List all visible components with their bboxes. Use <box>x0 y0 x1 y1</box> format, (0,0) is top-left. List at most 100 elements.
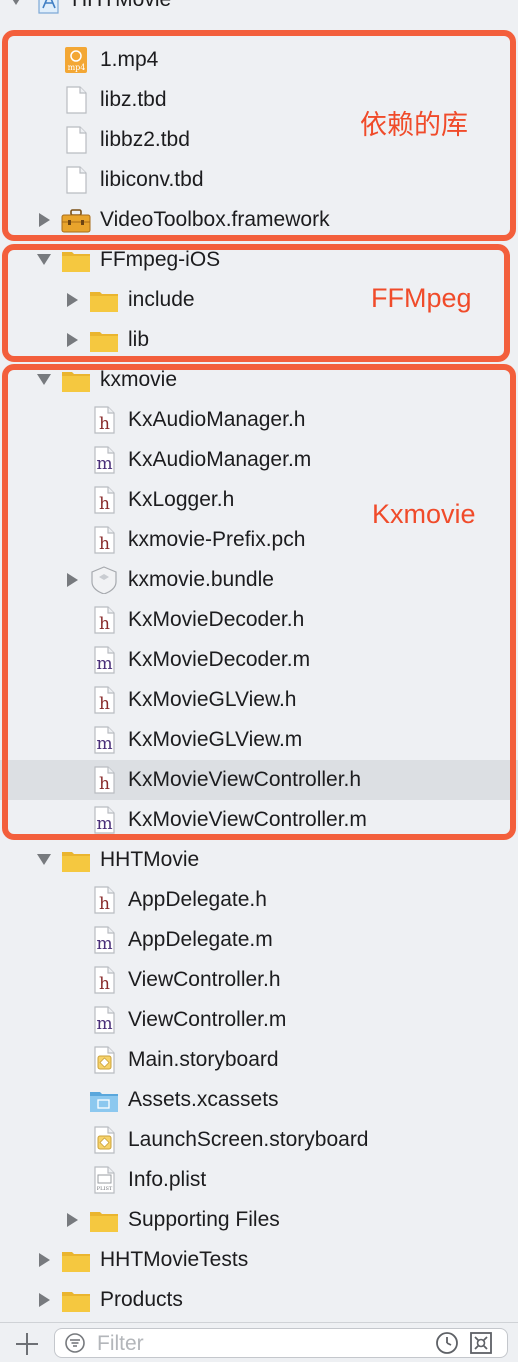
tree-row[interactable]: kxmovie.bundle <box>0 560 518 600</box>
tree-row[interactable]: HHTMovie <box>0 0 518 20</box>
tree-row[interactable]: kxmovie <box>0 360 518 400</box>
filter-input[interactable] <box>95 1330 419 1358</box>
tree-row[interactable]: PLIST Info.plist <box>0 1160 518 1200</box>
tree-row-label: LaunchScreen.storyboard <box>128 1128 369 1151</box>
disclosure-expanded-icon[interactable] <box>37 374 51 385</box>
svg-text:h: h <box>99 414 110 434</box>
tree-row-label: KxMovieGLView.m <box>128 728 303 751</box>
tree-row[interactable]: m ViewController.m <box>0 1000 518 1040</box>
header-file-icon: h <box>94 966 115 994</box>
tree-row-label: libbz2.tbd <box>100 128 190 151</box>
header-file-icon: h <box>94 606 115 634</box>
tree-row-label: KxMovieViewController.h <box>128 768 362 791</box>
svg-text:m: m <box>96 1014 112 1034</box>
tree-row[interactable]: h KxAudioManager.h <box>0 400 518 440</box>
disclosure-collapsed-icon[interactable] <box>67 293 78 307</box>
svg-text:h: h <box>99 534 110 554</box>
recent-files-clock-icon[interactable] <box>435 1331 459 1355</box>
navigator-filter-bar <box>0 1322 518 1362</box>
tree-row[interactable]: m KxMovieViewController.m <box>0 800 518 840</box>
objc-file-icon: m <box>94 1006 115 1034</box>
folder-icon <box>62 252 90 272</box>
svg-text:h: h <box>99 974 110 994</box>
svg-text:m: m <box>96 454 112 474</box>
tree-row-label: kxmovie.bundle <box>128 568 274 591</box>
disclosure-collapsed-icon[interactable] <box>39 1253 50 1267</box>
tree-row[interactable]: m KxMovieGLView.m <box>0 720 518 760</box>
disclosure-collapsed-icon[interactable] <box>39 1293 50 1307</box>
tree-row[interactable]: FFmpeg-iOS <box>0 240 518 280</box>
header-file-icon: h <box>94 686 115 714</box>
tree-row-label: libiconv.tbd <box>100 168 204 191</box>
tree-row[interactable]: HHTMovieTests <box>0 1240 518 1280</box>
tree-row[interactable]: m KxMovieDecoder.m <box>0 640 518 680</box>
tree-row[interactable]: VideoToolbox.framework <box>0 200 518 240</box>
add-file-button[interactable] <box>14 1331 40 1357</box>
tree-row[interactable]: m AppDelegate.m <box>0 920 518 960</box>
header-file-icon: h <box>94 406 115 434</box>
folder-icon <box>62 1292 90 1312</box>
tree-row[interactable]: lib <box>0 320 518 360</box>
tree-row-label: include <box>128 288 195 311</box>
tree-row-label: lib <box>128 328 150 351</box>
folder-icon <box>62 372 90 392</box>
tree-row-label: FFmpeg-iOS <box>100 248 221 271</box>
tree-row-label: HHTMovie <box>100 848 200 871</box>
tree-row[interactable]: h AppDelegate.h <box>0 880 518 920</box>
tree-row-label: AppDelegate.h <box>128 888 267 911</box>
tree-row-label: KxMovieDecoder.m <box>128 648 311 671</box>
project-navigator: HHTMovie mp4 1.mp4 libz.tbd libbz2.tbd libico… <box>0 0 518 1362</box>
tree-row-label: 1.mp4 <box>100 48 159 71</box>
tree-row-label: KxAudioManager.m <box>128 448 312 471</box>
bundle-icon <box>91 566 117 594</box>
disclosure-expanded-icon[interactable] <box>37 254 51 265</box>
tree-row[interactable]: libiconv.tbd <box>0 160 518 200</box>
tree-row[interactable]: Products <box>0 1280 518 1320</box>
tree-row[interactable]: Main.storyboard <box>0 1040 518 1080</box>
tree-row[interactable]: m KxAudioManager.m <box>0 440 518 480</box>
tree-row-label: kxmovie-Prefix.pch <box>128 528 306 551</box>
tree-row-label: KxAudioManager.h <box>128 408 306 431</box>
blank-file-icon <box>66 86 87 114</box>
svg-text:PLIST: PLIST <box>97 1186 113 1192</box>
svg-text:h: h <box>99 614 110 634</box>
annotation-label-ffmpeg: FFMpeg <box>371 283 472 313</box>
tree-row[interactable]: h KxMovieViewController.h <box>0 760 518 800</box>
svg-text:h: h <box>99 894 110 914</box>
tree-row-label: VideoToolbox.framework <box>100 208 330 231</box>
filter-icon <box>65 1333 85 1353</box>
svg-text:m: m <box>96 934 112 954</box>
asset-catalog-icon <box>90 1092 118 1112</box>
objc-file-icon: m <box>94 646 115 674</box>
framework-toolbox-icon <box>61 209 91 233</box>
tree-row[interactable]: mp4 1.mp4 <box>0 40 518 80</box>
svg-text:mp4: mp4 <box>68 63 86 72</box>
disclosure-collapsed-icon[interactable] <box>67 1213 78 1227</box>
objc-file-icon: m <box>94 446 115 474</box>
tree-row[interactable]: h KxMovieDecoder.h <box>0 600 518 640</box>
header-file-icon: h <box>94 766 115 794</box>
svg-text:m: m <box>96 814 112 834</box>
tree-row-label: ViewController.m <box>128 1008 287 1031</box>
tree-row[interactable]: LaunchScreen.storyboard <box>0 1120 518 1160</box>
disclosure-collapsed-icon[interactable] <box>67 333 78 347</box>
tree-row[interactable]: h KxMovieGLView.h <box>0 680 518 720</box>
filter-field[interactable] <box>54 1328 508 1358</box>
tree-row[interactable]: Assets.xcassets <box>0 1080 518 1120</box>
svg-text:m: m <box>96 654 112 674</box>
tree-row-label: HHTMovieTests <box>100 1248 249 1271</box>
tree-row[interactable]: h ViewController.h <box>0 960 518 1000</box>
tree-row[interactable]: HHTMovie <box>0 840 518 880</box>
tree-row-label: Main.storyboard <box>128 1048 279 1071</box>
tree-row-label: KxLogger.h <box>128 488 235 511</box>
tree-row[interactable]: Supporting Files <box>0 1200 518 1240</box>
disclosure-expanded-icon[interactable] <box>37 854 51 865</box>
disclosure-collapsed-icon[interactable] <box>67 573 78 587</box>
tree-row-label: HHTMovie <box>72 0 171 20</box>
disclosure-collapsed-icon[interactable] <box>39 213 50 227</box>
disclosure-expanded-icon[interactable] <box>9 0 23 5</box>
blank-file-icon <box>66 166 87 194</box>
tree-row-label: KxMovieDecoder.h <box>128 608 305 631</box>
folder-icon <box>90 332 118 352</box>
source-control-filter-icon[interactable] <box>469 1331 493 1355</box>
